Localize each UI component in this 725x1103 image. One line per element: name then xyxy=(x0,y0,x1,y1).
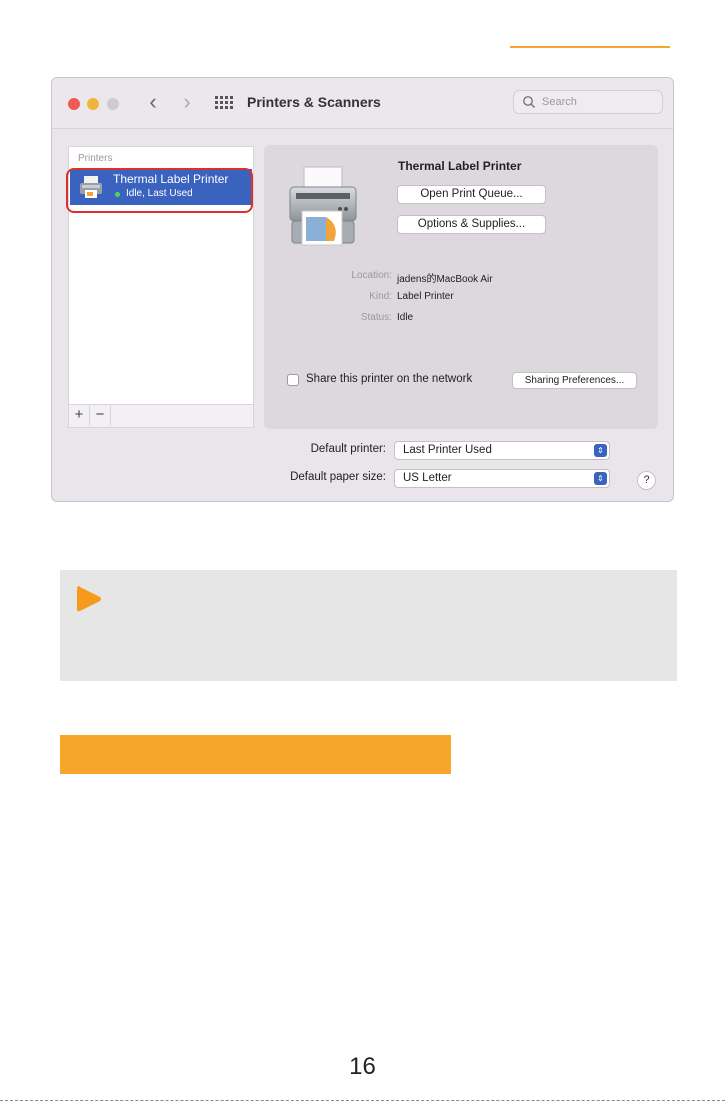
kind-value: Label Printer xyxy=(397,291,454,302)
title-bar: ‹ › Printers & Scanners Search xyxy=(52,78,673,129)
back-icon[interactable]: ‹ xyxy=(142,91,164,114)
close-window-button[interactable] xyxy=(68,98,80,110)
open-print-queue-button[interactable]: Open Print Queue... xyxy=(397,185,546,204)
default-paper-label: Default paper size: xyxy=(290,471,386,483)
detail-printer-name: Thermal Label Printer xyxy=(398,159,522,173)
window-title: Printers & Scanners xyxy=(247,94,381,110)
bottom-cut-line xyxy=(0,1100,725,1101)
note-box xyxy=(60,570,677,681)
printer-detail-panel: Thermal Label Printer Open Print Queue..… xyxy=(264,145,658,429)
remove-printer-button[interactable]: − xyxy=(90,405,111,426)
sharing-preferences-button[interactable]: Sharing Preferences... xyxy=(512,372,637,389)
play-arrow-icon xyxy=(77,586,101,612)
kind-label: Kind: xyxy=(369,291,392,302)
large-printer-icon xyxy=(289,166,357,246)
search-input[interactable]: Search xyxy=(513,90,663,114)
default-paper-value: US Letter xyxy=(403,472,452,484)
selection-highlight-annotation xyxy=(66,168,253,213)
list-footer: + − xyxy=(69,404,253,427)
printer-list-header: Printers xyxy=(78,153,113,164)
status-label: Status: xyxy=(360,312,392,323)
default-printer-value: Last Printer Used xyxy=(403,444,492,456)
show-all-grid-icon[interactable] xyxy=(215,96,233,110)
updown-chevron-icon: ⇕ xyxy=(594,472,607,485)
status-value: Idle xyxy=(397,312,414,323)
header-rule xyxy=(510,46,670,48)
location-label: Location: xyxy=(351,270,392,281)
help-button[interactable]: ? xyxy=(637,471,656,490)
share-printer-label: Share this printer on the network xyxy=(306,373,473,385)
options-supplies-button[interactable]: Options & Supplies... xyxy=(397,215,546,234)
page-number: 16 xyxy=(349,1053,376,1080)
search-placeholder: Search xyxy=(542,96,577,108)
section-heading-bar xyxy=(60,735,451,774)
default-printer-select[interactable]: Last Printer Used ⇕ xyxy=(394,441,610,460)
share-printer-checkbox[interactable] xyxy=(287,374,299,386)
zoom-window-button[interactable] xyxy=(107,98,119,110)
default-printer-label: Default printer: xyxy=(310,443,386,455)
updown-chevron-icon: ⇕ xyxy=(594,444,607,457)
default-paper-select[interactable]: US Letter ⇕ xyxy=(394,469,610,488)
minimize-window-button[interactable] xyxy=(87,98,99,110)
forward-icon[interactable]: › xyxy=(176,91,198,114)
search-icon xyxy=(523,96,536,109)
add-printer-button[interactable]: + xyxy=(69,405,90,426)
printers-scanners-window: ‹ › Printers & Scanners Search Printers xyxy=(51,77,674,502)
location-value: jadens的MacBook Air xyxy=(397,274,493,285)
